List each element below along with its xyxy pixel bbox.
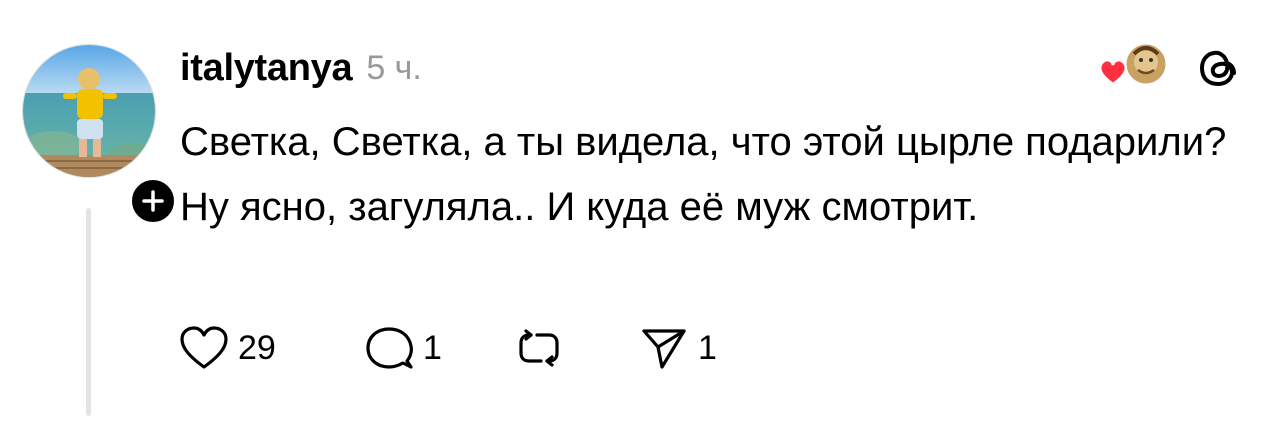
reactions-cluster[interactable] (1096, 40, 1169, 92)
repost-icon (519, 329, 559, 367)
follow-button[interactable] (127, 175, 179, 227)
send-icon (642, 329, 686, 369)
username[interactable]: italytanya (180, 47, 353, 90)
avatar-photo (23, 45, 155, 177)
post-actions: 29 1 1 (178, 320, 717, 376)
reply-button[interactable]: 1 (363, 323, 513, 373)
comment-icon (366, 327, 413, 369)
post-text: Светка, Светка, а ты видела, что этой цы… (180, 120, 1227, 229)
author-avatar-container[interactable] (22, 44, 179, 227)
reaction-avatars (1098, 41, 1169, 87)
share-count: 1 (698, 328, 717, 367)
heart-outline-icon (180, 326, 228, 369)
like-count: 29 (238, 328, 276, 367)
thread-line (86, 208, 91, 416)
repost-button[interactable] (513, 323, 638, 373)
reply-count: 1 (423, 328, 442, 367)
post-header: italytanya 5 ч. (180, 44, 422, 92)
avatar[interactable] (22, 44, 156, 178)
like-button[interactable]: 29 (178, 324, 363, 372)
threads-logo-icon[interactable] (1194, 42, 1244, 92)
plus-icon (142, 190, 164, 212)
post-time: 5 ч. (366, 48, 422, 87)
share-button[interactable]: 1 (638, 323, 717, 373)
heart-icon (1098, 58, 1128, 86)
